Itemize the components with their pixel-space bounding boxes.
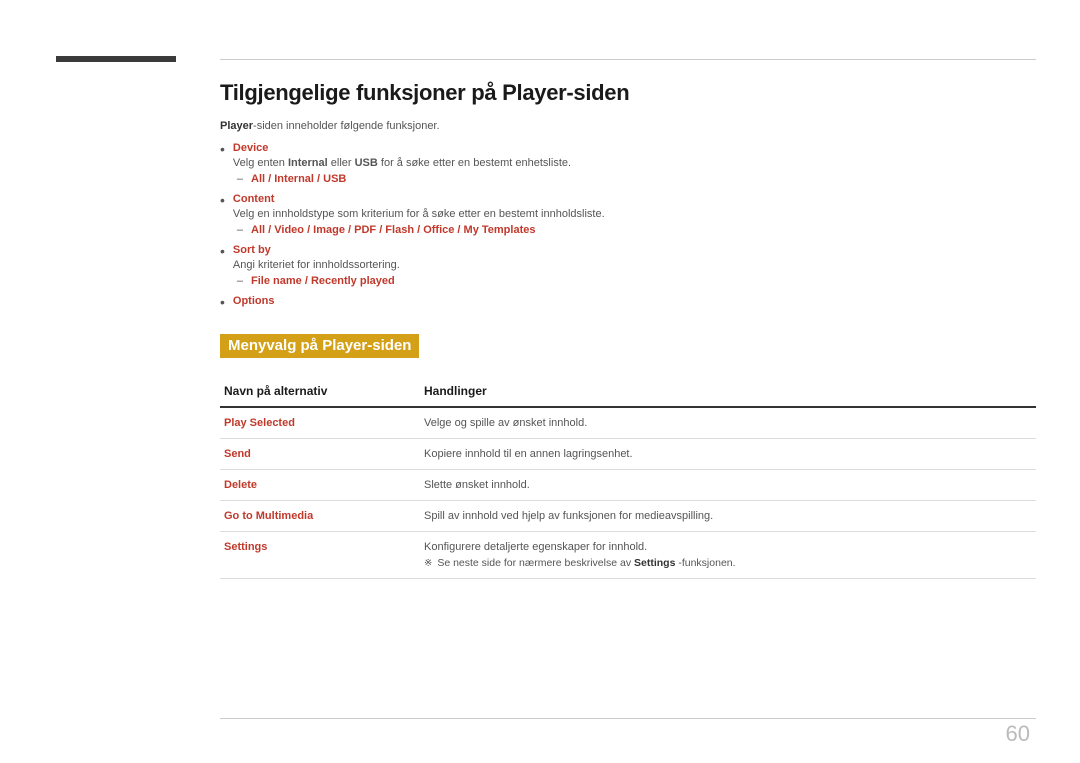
sub-link-device: All / Internal / USB (251, 173, 346, 185)
menu-table: Navn på alternativ Handlinger Play Selec… (220, 376, 1036, 579)
bottom-divider-line (220, 718, 1036, 719)
page-container: Tilgjengelige funksjoner på Player-siden… (0, 0, 1080, 763)
top-divider-line (220, 59, 1036, 60)
section-highlight-text: Menyvalg på Player-siden (228, 337, 411, 354)
sub-link-content: All / Video / Image / PDF / Flash / Offi… (251, 224, 535, 236)
list-item-device: • Device Velg enten Internal eller USB f… (220, 142, 1036, 185)
bullet-dot-options: • (220, 295, 225, 309)
list-item-content: • Content Velg en innholdstype som krite… (220, 193, 1036, 236)
sub-link-sortby: File name / Recently played (251, 275, 395, 287)
note-mark: ※ (424, 558, 432, 569)
settings-note: ※ Se neste side for nærmere beskrivelse … (424, 557, 1032, 569)
bullet-dot-sortby: • (220, 244, 225, 258)
note-end: -funksjonen. (678, 557, 735, 569)
row-name-delete: Delete (220, 470, 420, 501)
sub-dash-sortby: – (237, 275, 243, 287)
bullet-dot-device: • (220, 142, 225, 156)
bullet-content-sortby: Sort by Angi kriteriet for innholdssorte… (233, 244, 1036, 287)
sub-item-device: – All / Internal / USB (233, 173, 1036, 185)
settings-action-text: Konfigurere detaljerte egenskaper for in… (424, 541, 647, 553)
list-item-sortby: • Sort by Angi kriteriet for innholdssor… (220, 244, 1036, 287)
section-highlight-box: Menyvalg på Player-siden (220, 334, 419, 358)
row-name-settings: Settings (220, 532, 420, 579)
table-row-settings: Settings Konfigurere detaljerte egenskap… (220, 532, 1036, 579)
page-number: 60 (1006, 721, 1030, 747)
table-row-send: Send Kopiere innhold til en annen lagrin… (220, 439, 1036, 470)
bullet-label-device: Device (233, 142, 1036, 154)
sub-dash-device: – (237, 173, 243, 185)
list-item-options: • Options (220, 295, 1036, 310)
row-name-send: Send (220, 439, 420, 470)
bullet-dot-content: • (220, 193, 225, 207)
bullet-label-options: Options (233, 295, 1036, 307)
bullet-label-sortby: Sort by (233, 244, 1036, 256)
table-row-delete: Delete Slette ønsket innhold. (220, 470, 1036, 501)
intro-highlight: Player (220, 120, 253, 132)
bullet-content-options: Options (233, 295, 1036, 310)
table-row-play-selected: Play Selected Velge og spille av ønsket … (220, 407, 1036, 439)
sub-item-sortby: – File name / Recently played (233, 275, 1036, 287)
page-title: Tilgjengelige funksjoner på Player-siden (220, 80, 1036, 106)
sub-item-content: – All / Video / Image / PDF / Flash / Of… (233, 224, 1036, 236)
sidebar-accent-bar (56, 56, 176, 62)
main-content: Tilgjengelige funksjoner på Player-siden… (220, 80, 1036, 703)
col-header-name: Navn på alternativ (220, 376, 420, 407)
row-action-multimedia: Spill av innhold ved hjelp av funksjonen… (420, 501, 1036, 532)
bullet-desc-device: Velg enten Internal eller USB for å søke… (233, 157, 1036, 169)
row-action-settings: Konfigurere detaljerte egenskaper for in… (420, 532, 1036, 579)
table-header-row: Navn på alternativ Handlinger (220, 376, 1036, 407)
row-action-delete: Slette ønsket innhold. (420, 470, 1036, 501)
features-list: • Device Velg enten Internal eller USB f… (220, 142, 1036, 310)
sub-dash-content: – (237, 224, 243, 236)
row-name-multimedia: Go to Multimedia (220, 501, 420, 532)
col-header-action: Handlinger (420, 376, 1036, 407)
bullet-desc-sortby: Angi kriteriet for innholdssortering. (233, 259, 1036, 271)
bullet-desc-content: Velg en innholdstype som kriterium for å… (233, 208, 1036, 220)
table-row-multimedia: Go to Multimedia Spill av innhold ved hj… (220, 501, 1036, 532)
intro-paragraph: Player-siden inneholder følgende funksjo… (220, 120, 1036, 132)
bullet-label-content: Content (233, 193, 1036, 205)
note-settings-bold: Settings (634, 557, 675, 569)
row-name-play-selected: Play Selected (220, 407, 420, 439)
intro-text-after: -siden inneholder følgende funksjoner. (253, 120, 440, 132)
bullet-content-content: Content Velg en innholdstype som kriteri… (233, 193, 1036, 236)
note-text: Se neste side for nærmere beskrivelse av (437, 557, 631, 569)
bullet-content-device: Device Velg enten Internal eller USB for… (233, 142, 1036, 185)
row-action-send: Kopiere innhold til en annen lagringsenh… (420, 439, 1036, 470)
row-action-play-selected: Velge og spille av ønsket innhold. (420, 407, 1036, 439)
